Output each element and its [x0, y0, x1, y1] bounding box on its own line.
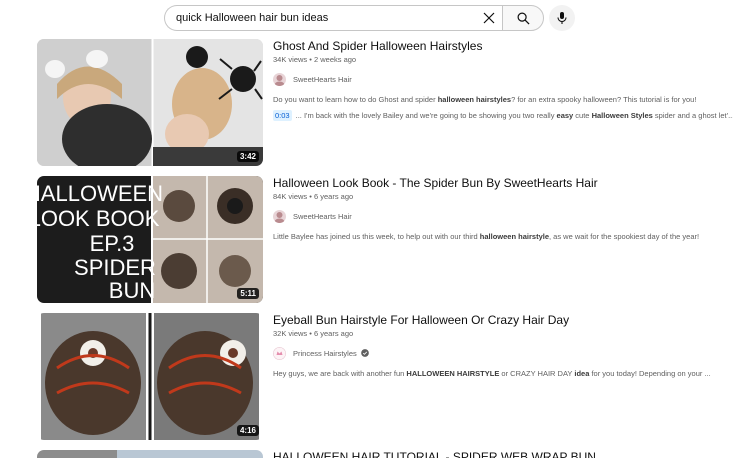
thumbnail-image: [37, 39, 263, 166]
avatar: [273, 209, 286, 223]
upload-age: 2 weeks ago: [313, 55, 357, 64]
video-title[interactable]: Halloween Look Book - The Spider Bun By …: [273, 176, 743, 191]
video-title[interactable]: Eyeball Bun Hairstyle For Halloween Or C…: [273, 313, 743, 328]
video-thumbnail[interactable]: 3:42: [37, 39, 263, 166]
video-description: Little Baylee has joined us this week, t…: [273, 232, 700, 241]
video-description: Hey guys, we are back with another fun H…: [273, 369, 711, 378]
search-button[interactable]: [502, 5, 544, 31]
search-bar: [164, 5, 544, 31]
channel-link[interactable]: SweetHearts Hair: [273, 72, 743, 86]
video-thumbnail[interactable]: [37, 450, 263, 458]
avatar: [273, 346, 286, 360]
search-input[interactable]: [176, 12, 476, 24]
video-title[interactable]: Ghost And Spider Halloween Hairstyles: [273, 39, 743, 54]
voice-search-button[interactable]: [549, 5, 575, 31]
video-meta: 32K views • 6 years ago: [273, 329, 354, 338]
thumbnail-caption-line: EP.3: [90, 231, 135, 256]
thumbnail-image: [37, 313, 263, 440]
view-count: 34K views: [273, 55, 308, 64]
timestamp-link[interactable]: 0:03: [273, 110, 292, 121]
video-duration: 5:11: [237, 288, 259, 299]
video-thumbnail[interactable]: 4:16: [37, 313, 263, 440]
clear-search-button[interactable]: [476, 6, 502, 30]
avatar: [273, 72, 286, 86]
upload-age: 6 years ago: [313, 192, 354, 201]
view-count: 84K views: [273, 192, 308, 201]
chapter-snippet: 0:03 ... I'm back with the lovely Bailey…: [273, 110, 733, 121]
channel-name: SweetHearts Hair: [293, 211, 352, 221]
video-duration: 3:42: [236, 151, 259, 162]
thumbnail-caption-line: SPIDER: [74, 255, 156, 280]
video-meta: 84K views • 6 years ago: [273, 192, 354, 201]
video-title[interactable]: HALLOWEEN HAIR TUTORIAL - SPIDER WEB WRA…: [273, 450, 743, 458]
close-icon: [483, 12, 495, 24]
video-description: Do you want to learn how to do Ghost and…: [273, 95, 697, 104]
verified-check-icon: [360, 349, 369, 357]
microphone-icon: [557, 12, 567, 24]
video-thumbnail[interactable]: HALLOWEEN LOOK BOOK EP.3 SPIDER BUN 5:11: [37, 176, 263, 303]
video-meta: 34K views • 2 weeks ago: [273, 55, 357, 64]
search-icon: [517, 12, 530, 25]
channel-name: Princess Hairstyles: [293, 348, 357, 358]
thumbnail-image: HALLOWEEN LOOK BOOK EP.3 SPIDER BUN: [37, 176, 263, 303]
channel-name: SweetHearts Hair: [293, 74, 352, 84]
thumbnail-caption-line: BUN: [109, 278, 155, 303]
thumbnail-caption-line: HALLOWEEN: [37, 181, 163, 206]
video-duration: 4:16: [236, 425, 259, 436]
thumbnail-image: [37, 450, 263, 458]
channel-link[interactable]: SweetHearts Hair: [273, 209, 743, 223]
search-box[interactable]: [164, 5, 502, 31]
view-count: 32K views: [273, 329, 308, 338]
upload-age: 6 years ago: [313, 329, 354, 338]
thumbnail-caption-line: LOOK BOOK: [37, 206, 160, 231]
channel-link[interactable]: Princess Hairstyles: [273, 346, 743, 360]
